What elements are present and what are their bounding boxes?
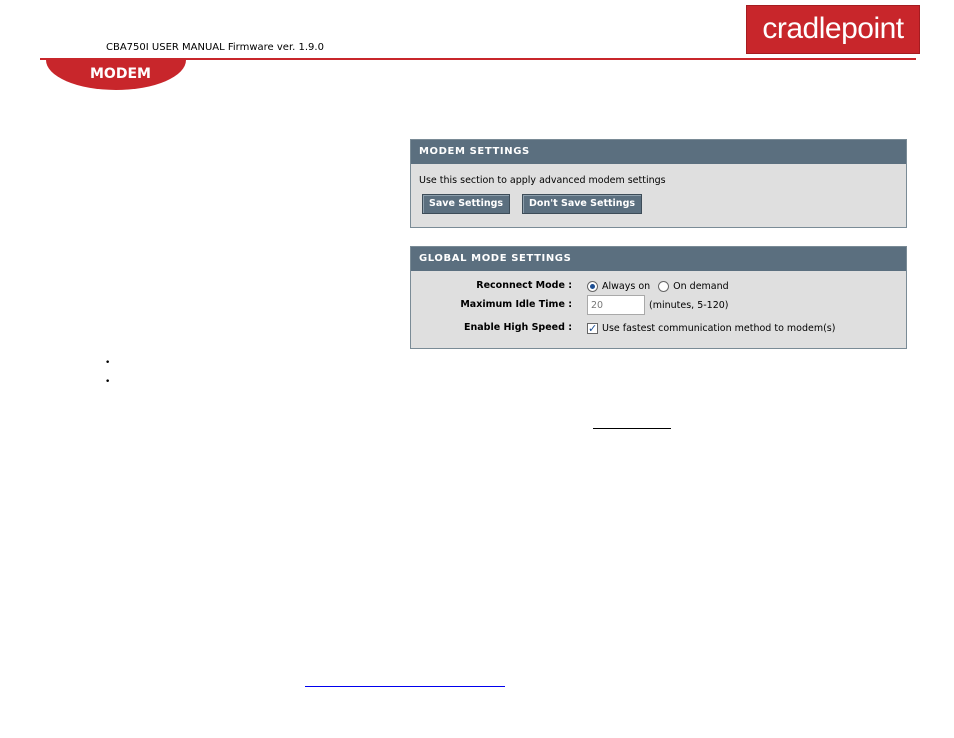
global-mode-settings-panel: GLOBAL MODE SETTINGS Reconnect Mode : Al… bbox=[410, 246, 907, 349]
modem-settings-buttons: Save Settings Don't Save Settings bbox=[422, 194, 906, 214]
enable-high-speed-checkbox[interactable]: ✓ bbox=[587, 322, 598, 334]
on-demand-radio[interactable] bbox=[658, 280, 670, 292]
bullet-point: • bbox=[105, 358, 111, 368]
max-idle-time-input[interactable] bbox=[587, 295, 645, 315]
manual-header: CBA750I USER MANUAL Firmware ver. 1.9.0 bbox=[106, 42, 324, 53]
link-underline[interactable] bbox=[305, 686, 505, 687]
enable-high-speed-row: Enable High Speed : ✓ Use fastest commun… bbox=[411, 319, 906, 337]
modem-settings-description: Use this section to apply advanced modem… bbox=[419, 175, 666, 186]
enable-high-speed-label: Enable High Speed : bbox=[464, 322, 572, 333]
save-settings-button[interactable]: Save Settings bbox=[422, 194, 511, 214]
always-on-radio[interactable] bbox=[587, 280, 598, 292]
on-demand-label: On demand bbox=[673, 280, 729, 292]
text-underline bbox=[593, 428, 671, 429]
cradlepoint-logo: cradlepoint bbox=[746, 5, 920, 54]
max-idle-time-label: Maximum Idle Time : bbox=[460, 299, 572, 310]
dont-save-settings-button[interactable]: Don't Save Settings bbox=[522, 194, 643, 214]
enable-high-speed-control: ✓ Use fastest communication method to mo… bbox=[587, 319, 835, 337]
max-idle-time-hint: (minutes, 5-120) bbox=[649, 299, 729, 311]
always-on-label: Always on bbox=[602, 280, 651, 292]
max-idle-time-control: (minutes, 5-120) bbox=[587, 295, 729, 315]
modem-settings-title: MODEM SETTINGS bbox=[411, 140, 906, 164]
global-mode-settings-title: GLOBAL MODE SETTINGS bbox=[411, 247, 906, 271]
enable-high-speed-text: Use fastest communication method to mode… bbox=[602, 322, 836, 334]
modem-settings-panel: MODEM SETTINGS Use this section to apply… bbox=[410, 139, 907, 228]
reconnect-mode-row: Reconnect Mode : Always on On demand bbox=[411, 277, 906, 295]
section-tab: MODEM bbox=[46, 60, 186, 90]
max-idle-time-row: Maximum Idle Time : (minutes, 5-120) bbox=[411, 295, 906, 315]
bullet-point: • bbox=[105, 377, 111, 387]
reconnect-mode-control: Always on On demand bbox=[587, 277, 737, 295]
reconnect-mode-label: Reconnect Mode : bbox=[476, 280, 572, 291]
